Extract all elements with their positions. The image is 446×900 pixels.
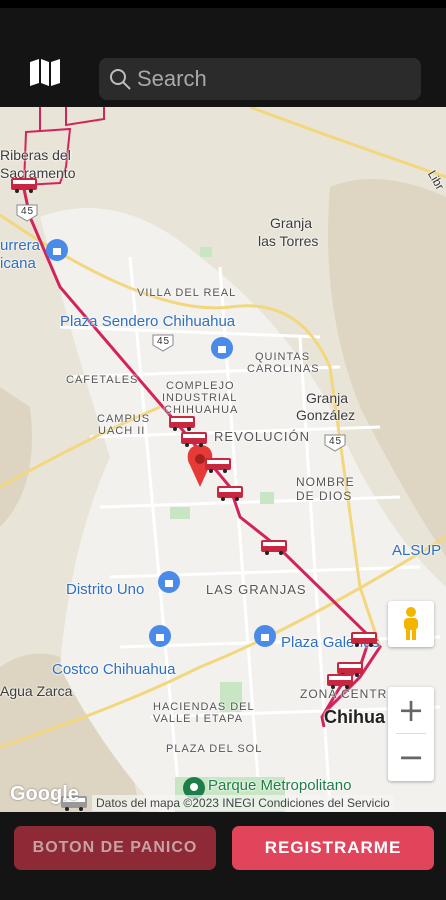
top-bar (0, 8, 446, 107)
map-label: ALSUP (392, 542, 442, 559)
map-label: las Torres (258, 233, 319, 249)
bus-icon[interactable] (216, 485, 244, 501)
map-label: Riberas del (0, 147, 71, 163)
map-label: Chihua (324, 707, 385, 727)
map-label: INDUSTRIAL (162, 392, 238, 404)
zoom-controls: + − (388, 687, 434, 781)
bus-icon[interactable] (326, 673, 354, 689)
zoom-in-button[interactable]: + (388, 687, 434, 733)
map-label: VALLE I ETAPA (153, 713, 244, 725)
map-label: UACH II (98, 425, 146, 437)
register-button[interactable]: REGISTRARME (232, 826, 434, 870)
map-label: PLAZA DEL SOL (166, 743, 263, 755)
search-input[interactable] (137, 66, 407, 92)
map-label: REVOLUCIÓN (214, 429, 310, 444)
map-label: ZONA CENTRO (300, 687, 398, 701)
bus-icon[interactable] (180, 431, 208, 447)
map-label: icana (0, 255, 36, 272)
map-attribution[interactable]: Datos del mapa ©2023 INEGI Condiciones d… (92, 795, 394, 811)
search-icon (103, 58, 137, 100)
bottom-bar: BOTON DE PANICO REGISTRARME (0, 812, 446, 900)
map-label: COMPLEJO (166, 380, 235, 392)
map-label: Costco Chihuahua (52, 661, 176, 678)
map-view[interactable]: Riberas del Sacramento Granja las Torres… (0, 107, 446, 812)
map-label: CAFETALES (66, 374, 139, 386)
map-label: CAMPUS (97, 413, 151, 425)
bus-icon[interactable] (260, 539, 288, 555)
road-shield-label: 45 (21, 206, 35, 217)
bus-icon[interactable] (204, 457, 232, 473)
shopping-icon[interactable] (158, 571, 180, 593)
shopping-icon[interactable] (149, 625, 171, 647)
map-label: NOMBRE (296, 475, 355, 489)
map-label: VILLA DEL REAL (137, 287, 237, 299)
street-view-pegman-icon[interactable] (388, 601, 434, 647)
map-label: Granja (270, 215, 313, 231)
map-label: González (296, 407, 356, 423)
map-label: Granja (306, 390, 349, 406)
shopping-icon[interactable] (46, 239, 68, 261)
status-bar (0, 0, 446, 8)
panic-button[interactable]: BOTON DE PANICO (14, 826, 216, 870)
bus-icon[interactable] (168, 415, 196, 431)
shopping-icon[interactable] (211, 337, 233, 359)
map-label: Parque Metropolitano (208, 777, 352, 794)
map-label: DE DIOS (296, 489, 353, 503)
map-label: HACIENDAS DEL (153, 701, 255, 713)
bus-icon[interactable] (10, 177, 38, 193)
map-label: Plaza Sendero Chihuahua (60, 313, 236, 330)
search-bar[interactable] (99, 58, 421, 100)
road-shield-label: 45 (157, 336, 171, 347)
map-label: Agua Zarca (0, 683, 73, 699)
map-label: urrera (0, 237, 41, 254)
map-label: Distrito Uno (66, 581, 145, 598)
map-label: CAROLINAS (247, 363, 320, 375)
google-logo[interactable]: Google (10, 783, 79, 806)
road-shield-label: 45 (329, 436, 343, 447)
map-icon[interactable] (24, 52, 66, 92)
map-label: QUINTAS (255, 351, 311, 363)
map-label: LAS GRANJAS (206, 582, 307, 597)
shopping-icon[interactable] (254, 625, 276, 647)
zoom-out-button[interactable]: − (388, 734, 434, 780)
bus-icon[interactable] (350, 631, 378, 647)
